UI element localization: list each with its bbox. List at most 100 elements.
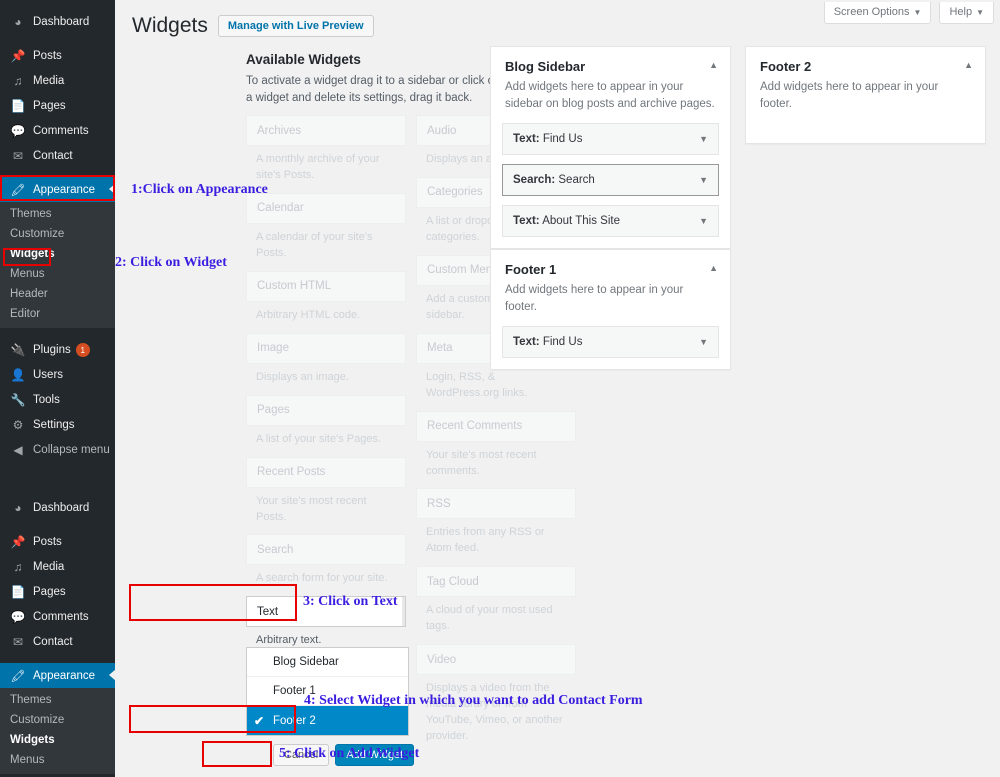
media-icon: ♫ <box>13 73 23 88</box>
pin-icon: 📌 <box>10 48 26 63</box>
chevron-down-icon[interactable]: ▼ <box>699 216 708 226</box>
sidebar-item-contact-2[interactable]: ✉ Contact <box>0 629 115 654</box>
chevron-down-icon[interactable]: ▼ <box>699 134 708 144</box>
panel-widget-row[interactable]: Text: About This Site ▼ <box>502 204 719 237</box>
sidebar-subitem-customize-2[interactable]: Customize <box>0 710 115 730</box>
chooser-option-footer-2[interactable]: ✔ Footer 2 <box>247 706 408 735</box>
sidebar-item-media[interactable]: ♫ Media <box>0 68 115 93</box>
sidebar-subitem-editor[interactable]: Editor <box>0 304 115 324</box>
panel-widget-list: Text: Find Us ▼ Search: Search ▼ Text: A… <box>491 122 730 248</box>
sidebar-item-posts-2[interactable]: 📌 Posts <box>0 529 115 554</box>
wordpress-admin-screen: ◕ Dashboard 📌 Posts ♫ Media 📄 Pages 💬 Co… <box>0 0 1000 777</box>
sidebar-item-plugins[interactable]: 🔌 Plugins 1 <box>0 337 115 362</box>
sidebar-item-users[interactable]: 👤 Users <box>0 362 115 387</box>
widget-column-left: Archives A monthly archive of your site'… <box>246 115 406 658</box>
sidebar-subitem-header[interactable]: Header <box>0 284 115 304</box>
annotation-3: 3: Click on Text <box>303 594 398 609</box>
chooser-option-label: Footer 2 <box>273 714 316 727</box>
user-icon: 👤 <box>10 367 26 382</box>
chooser-option-blog-sidebar[interactable]: Blog Sidebar <box>247 648 408 677</box>
sidebar-subitem-widgets[interactable]: Widgets <box>0 244 115 264</box>
sidebar-item-comments-2[interactable]: 💬 Comments <box>0 604 115 629</box>
sidebar-item-media-2[interactable]: ♫ Media <box>0 554 115 579</box>
widget-custom-html[interactable]: Custom HTML Arbitrary HTML code. <box>246 270 406 324</box>
panel-widget-title: Text: About This Site <box>513 215 620 227</box>
sidebar-item-dashboard[interactable]: ◕ Dashboard <box>0 9 115 34</box>
pin-icon: 📌 <box>10 534 26 549</box>
page-title: Widgets <box>132 14 208 37</box>
sidebar-chooser-list[interactable]: Blog Sidebar Footer 1 ✔ Footer 2 <box>246 647 409 736</box>
panel-widget-row[interactable]: Text: Find Us ▼ <box>502 325 719 358</box>
sidebar-item-label: Posts <box>33 49 62 62</box>
manage-with-live-preview-button[interactable]: Manage with Live Preview <box>217 14 374 37</box>
sidebar-panel-blog-sidebar: Blog Sidebar Add widgets here to appear … <box>490 46 731 249</box>
sidebar-item-appearance-2[interactable]: 🖍 Appearance <box>0 663 115 688</box>
sidebar-panel-footer-2: Footer 2 Add widgets here to appear in y… <box>745 46 986 144</box>
widget-description: Arbitrary HTML code. <box>256 308 361 321</box>
panel-title: Footer 1 <box>505 262 557 277</box>
chevron-down-icon[interactable]: ▼ <box>699 337 708 347</box>
sidebar-item-pages[interactable]: 📄 Pages <box>0 93 115 118</box>
sidebar-item-settings[interactable]: ⚙ Settings <box>0 412 115 437</box>
annotation-2: 2: Click on Widget <box>115 255 227 270</box>
widget-rss[interactable]: RSS Entries from any RSS or Atom feed. <box>416 488 576 557</box>
sidebar-item-collapse-menu[interactable]: ◀ Collapse menu <box>0 437 115 462</box>
sidebar-item-label: Pages <box>33 99 66 112</box>
sidebar-item-label: Dashboard <box>33 501 90 514</box>
widget-tag-cloud[interactable]: Tag Cloud A cloud of your most used tags… <box>416 566 576 635</box>
chevron-up-icon[interactable]: ▲ <box>709 60 718 70</box>
sidebar-item-comments[interactable]: 💬 Comments <box>0 118 115 143</box>
panel-widget-title: Text: Find Us <box>513 133 582 145</box>
sidebar-item-dashboard-2[interactable]: ◕ Dashboard <box>0 495 115 520</box>
widget-archives[interactable]: Archives A monthly archive of your site'… <box>246 115 406 184</box>
panel-widget-row[interactable]: Search: Search ▼ <box>502 163 719 196</box>
chevron-up-icon[interactable]: ▲ <box>709 263 718 273</box>
dashboard-icon: ◕ <box>14 14 22 29</box>
widget-search[interactable]: Search A search form for your site. <box>246 534 406 587</box>
panel-header: Footer 1 Add widgets here to appear in y… <box>491 250 730 326</box>
settings-icon: ⚙ <box>12 417 24 432</box>
annotation-4: 4: Select Widget in which you want to ad… <box>304 693 643 708</box>
widget-description: A cloud of your most used tags. <box>426 604 553 633</box>
annotation-1: 1:Click on Appearance <box>131 182 268 197</box>
page-icon: 📄 <box>10 584 26 599</box>
widget-calendar[interactable]: Calendar A calendar of your site's Posts… <box>246 192 406 262</box>
widget-title: Recent Posts <box>246 456 406 488</box>
screen-options-label: Screen Options <box>833 6 910 18</box>
sidebar-subitem-themes-2[interactable]: Themes <box>0 690 115 710</box>
plugins-update-badge: 1 <box>75 342 90 357</box>
sidebar-item-appearance[interactable]: 🖍 Appearance <box>0 177 115 202</box>
sidebar-subitem-menus-2[interactable]: Menus <box>0 750 115 770</box>
widget-recent-comments[interactable]: Recent Comments Your site's most recent … <box>416 410 576 480</box>
widget-description: A search form for your site. <box>256 572 388 585</box>
main-content: Screen Options ▼ Help ▼ Widgets Manage wit… <box>115 0 1000 777</box>
widget-description: A monthly archive of your site's Posts. <box>256 153 380 181</box>
page-header: Widgets Manage with Live Preview <box>132 12 374 39</box>
chevron-down-icon[interactable]: ▼ <box>699 175 708 185</box>
brush-icon: 🖍 <box>10 668 26 683</box>
panel-widget-name: Search <box>558 173 595 186</box>
help-button[interactable]: Help ▼ <box>939 2 994 24</box>
sidebar-subitem-menus[interactable]: Menus <box>0 264 115 284</box>
screen-options-button[interactable]: Screen Options ▼ <box>823 2 932 24</box>
sidebar-subitem-widgets-2[interactable]: Widgets <box>0 730 115 750</box>
sidebar-subitem-customize[interactable]: Customize <box>0 224 115 244</box>
sidebar-item-label: Tools <box>33 393 60 406</box>
panel-widget-name: Find Us <box>542 132 583 145</box>
widget-image[interactable]: Image Displays an image. <box>246 332 406 386</box>
widget-recent-posts[interactable]: Recent Posts Your site's most recent Pos… <box>246 456 406 526</box>
sidebar-item-posts[interactable]: 📌 Posts <box>0 43 115 68</box>
widget-pages[interactable]: Pages A list of your site's Pages. <box>246 394 406 448</box>
sidebar-subitem-themes[interactable]: Themes <box>0 204 115 224</box>
menu-spacer <box>0 520 115 529</box>
sidebar-item-tools[interactable]: 🔧 Tools <box>0 387 115 412</box>
envelope-icon: ✉ <box>12 634 24 649</box>
sidebar-item-contact[interactable]: ✉ Contact <box>0 143 115 168</box>
panel-header: Footer 2 Add widgets here to appear in y… <box>746 47 985 123</box>
sidebar-item-pages-2[interactable]: 📄 Pages <box>0 579 115 604</box>
widget-description: A list of your site's Pages. <box>256 432 381 445</box>
sidebar-item-label: Settings <box>33 418 75 431</box>
sidebar-item-label: Appearance <box>33 669 96 682</box>
chevron-up-icon[interactable]: ▲ <box>964 60 973 70</box>
panel-widget-row[interactable]: Text: Find Us ▼ <box>502 122 719 155</box>
